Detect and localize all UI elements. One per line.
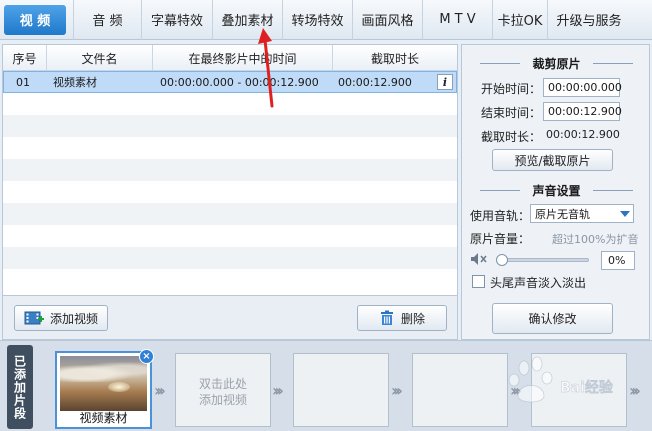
chevron-right-icon: ›››: [629, 381, 641, 400]
speaker-muted-icon[interactable]: [470, 252, 488, 266]
volume-input[interactable]: 0%: [601, 251, 635, 270]
table-header: 序号 文件名 在最终影片中的时间 截取时长: [3, 45, 457, 71]
table-row-empty: [3, 115, 457, 137]
film-add-icon: [24, 311, 44, 325]
empty-clip-slot[interactable]: [531, 353, 627, 427]
thumbnail-sun: [108, 382, 130, 392]
table-row-empty: [3, 225, 457, 247]
dropdown-arrow-icon: [620, 211, 630, 217]
main-tab-bar: 视 频 音 频 字幕特效 叠加素材 转场特效 画面风格 M T V 卡拉OK 升…: [0, 0, 652, 40]
preview-trim-button[interactable]: 预览/截取原片: [492, 149, 613, 171]
empty-clip-slot[interactable]: [293, 353, 389, 427]
trash-icon: [380, 310, 393, 325]
table-row-empty: [3, 247, 457, 269]
table-row-empty: [3, 93, 457, 115]
fade-label: 头尾声音淡入淡出: [490, 276, 587, 290]
delete-label: 删除: [400, 311, 425, 326]
table-row[interactable]: 01 视频素材 00:00:00.000 - 00:00:12.900 00:0…: [3, 71, 457, 93]
table-row-empty: [3, 203, 457, 225]
audio-track-label: 使用音轨：: [470, 209, 531, 223]
fade-checkbox[interactable]: [472, 275, 485, 288]
empty-clip-slot[interactable]: [412, 353, 508, 427]
clip-table: 序号 文件名 在最终影片中的时间 截取时长 01 视频素材 00:00:00.0…: [2, 44, 458, 296]
table-row-empty: [3, 269, 457, 291]
audio-track-select[interactable]: 原片无音轨: [530, 204, 634, 223]
trim-section-title: 裁剪原片: [462, 55, 651, 72]
delete-button[interactable]: 删除: [357, 305, 447, 331]
volume-hint: 超过100%为扩音: [552, 233, 639, 246]
chevron-right-icon: ›››: [154, 381, 166, 400]
table-row-empty: [3, 137, 457, 159]
clip-caption: 视频素材: [79, 411, 128, 425]
row-index: 01: [16, 75, 30, 89]
table-row-empty: [3, 159, 457, 181]
confirm-button[interactable]: 确认修改: [492, 303, 613, 334]
audio-track-value: 原片无音轨: [535, 207, 590, 221]
add-video-label: 添加视频: [49, 311, 98, 326]
added-clips-strip: 已添加片段 视频素材 × ››› 双击此处 添加视频 ››› ››› ››› ›…: [0, 340, 652, 431]
add-clip-hint-line1: 双击此处: [198, 377, 247, 391]
tab-audio[interactable]: 音 频: [74, 0, 142, 40]
add-clip-hint: 双击此处 添加视频: [176, 376, 270, 408]
tab-karaoke[interactable]: 卡拉OK: [493, 0, 548, 40]
settings-panel: 裁剪原片 开始时间： 00:00:00.000 结束时间： 00:00:12.9…: [461, 44, 650, 340]
volume-label: 原片音量：: [470, 232, 531, 246]
confirm-label: 确认修改: [528, 312, 577, 326]
tab-mtv[interactable]: M T V: [423, 0, 493, 40]
end-time-label: 结束时间：: [481, 106, 542, 120]
add-clip-slot[interactable]: 双击此处 添加视频: [175, 353, 271, 427]
trim-duration-label: 截取时长：: [481, 130, 542, 144]
header-time-in-movie: 在最终影片中的时间: [153, 45, 333, 71]
audio-section-title: 声音设置: [462, 182, 651, 199]
volume-slider-knob[interactable]: [496, 254, 508, 266]
chevron-right-icon: ›››: [391, 381, 403, 400]
table-row-empty: [3, 181, 457, 203]
row-duration: 00:00:12.900: [338, 75, 412, 89]
table-button-strip: 添加视频 删除: [2, 296, 458, 340]
chevron-right-icon: ›››: [272, 381, 284, 400]
tab-subtitle-effects[interactable]: 字幕特效: [142, 0, 213, 40]
tab-picture-style[interactable]: 画面风格: [353, 0, 423, 40]
close-icon[interactable]: ×: [139, 349, 154, 364]
add-clip-hint-line2: 添加视频: [198, 393, 247, 407]
row-filename: 视频素材: [53, 76, 97, 89]
header-duration: 截取时长: [370, 51, 419, 66]
start-time-label: 开始时间：: [481, 82, 542, 96]
header-filename: 文件名: [47, 45, 153, 71]
start-time-input[interactable]: 00:00:00.000: [543, 78, 622, 97]
clip-thumbnail: [60, 356, 147, 411]
row-time-range: 00:00:00.000 - 00:00:12.900: [160, 75, 319, 89]
thumbnail-clouds: [60, 362, 147, 382]
info-icon[interactable]: i: [437, 74, 453, 90]
preview-trim-label: 预览/截取原片: [514, 153, 591, 168]
tab-upgrade-service[interactable]: 升级与服务: [548, 0, 630, 40]
tab-overlay-materials[interactable]: 叠加素材: [213, 0, 283, 40]
header-index: 序号: [3, 45, 47, 71]
chevron-right-icon: ›››: [510, 381, 522, 400]
volume-slider[interactable]: [496, 254, 589, 266]
add-video-button[interactable]: 添加视频: [14, 305, 108, 331]
trim-duration-value: 00:00:12.900: [546, 128, 620, 141]
tab-video[interactable]: 视 频: [4, 4, 66, 35]
added-clips-label: 已添加片段: [7, 345, 33, 429]
clip-item[interactable]: 视频素材: [55, 351, 152, 429]
end-time-input[interactable]: 00:00:12.900: [543, 102, 622, 121]
tab-transition-effects[interactable]: 转场特效: [283, 0, 353, 40]
